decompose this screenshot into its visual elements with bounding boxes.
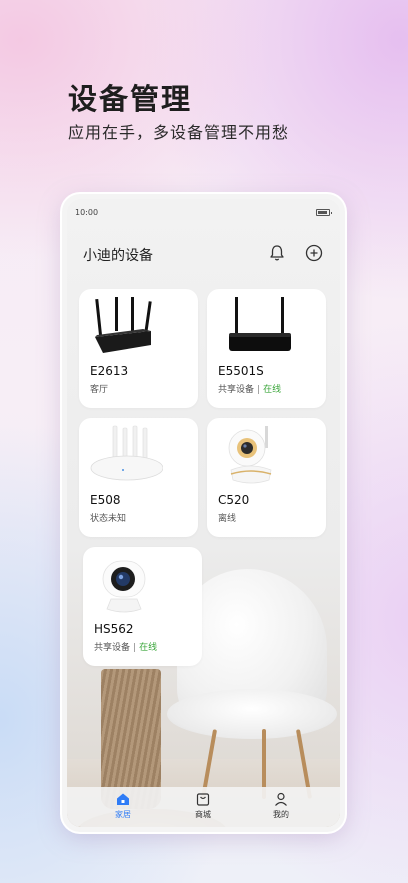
device-status: 状态未知 <box>90 511 126 524</box>
device-name: E2613 <box>90 364 129 378</box>
status-separator: | <box>133 643 137 653</box>
status-separator: | <box>257 385 261 395</box>
device-card-c520[interactable]: C520 离线 <box>207 418 326 537</box>
phone-mockup: 10:00 小迪的设备 E2613 客厅 E5501S 共享设备 | 在线 E5… <box>62 194 345 832</box>
router-4-antenna-black-icon <box>95 297 152 353</box>
device-name: E508 <box>90 493 121 507</box>
battery-icon <box>316 209 332 216</box>
hero-subtitle: 应用在手，多设备管理不用愁 <box>68 123 290 142</box>
page-title: 小迪的设备 <box>83 248 153 264</box>
online-badge: 在线 <box>263 385 282 395</box>
device-status-text: 离线 <box>218 514 237 524</box>
bottom-tab-bar: 家居 商城 我的 <box>67 787 340 827</box>
tab-shop[interactable]: 商城 <box>173 791 233 820</box>
tab-label: 我的 <box>273 810 289 819</box>
camera-white-gold-icon <box>228 426 272 484</box>
tab-label: 家居 <box>115 810 131 819</box>
tab-home[interactable]: 家居 <box>93 791 153 820</box>
app-screen: 10:00 小迪的设备 E2613 客厅 E5501S 共享设备 | 在线 E5… <box>67 199 340 827</box>
tab-profile[interactable]: 我的 <box>251 791 311 820</box>
camera-white-blue-icon <box>102 560 146 613</box>
router-2-antenna-black-icon <box>229 297 291 351</box>
bell-icon[interactable] <box>267 243 287 263</box>
device-status-text: 共享设备 <box>94 643 131 653</box>
status-time: 10:00 <box>75 208 99 217</box>
hero-title: 设备管理 <box>68 82 193 116</box>
add-circle-icon[interactable] <box>304 243 324 263</box>
device-card-e5501s[interactable]: E5501S 共享设备 | 在线 <box>207 289 326 408</box>
device-status-text: 共享设备 <box>218 385 255 395</box>
device-status: 共享设备 | 在线 <box>218 382 281 395</box>
device-name: C520 <box>218 493 250 507</box>
online-badge: 在线 <box>139 643 158 653</box>
router-4-antenna-white-icon <box>90 425 163 481</box>
device-card-hs562[interactable]: HS562 共享设备 | 在线 <box>83 547 202 666</box>
home-icon <box>117 793 129 805</box>
device-status: 客厅 <box>90 382 108 395</box>
status-bar: 10:00 <box>67 199 340 223</box>
device-name: E5501S <box>218 364 264 378</box>
device-status: 离线 <box>218 511 236 524</box>
shop-bag-icon <box>196 793 210 806</box>
device-status-text: 客厅 <box>90 385 109 395</box>
device-status-text: 状态未知 <box>90 514 127 524</box>
device-card-e2613[interactable]: E2613 客厅 <box>79 289 198 408</box>
device-card-e508[interactable]: E508 状态未知 <box>79 418 198 537</box>
chair-seat <box>167 689 337 739</box>
device-name: HS562 <box>94 622 134 636</box>
device-status: 共享设备 | 在线 <box>94 640 157 653</box>
user-icon <box>275 792 287 806</box>
tab-label: 商城 <box>195 810 211 819</box>
